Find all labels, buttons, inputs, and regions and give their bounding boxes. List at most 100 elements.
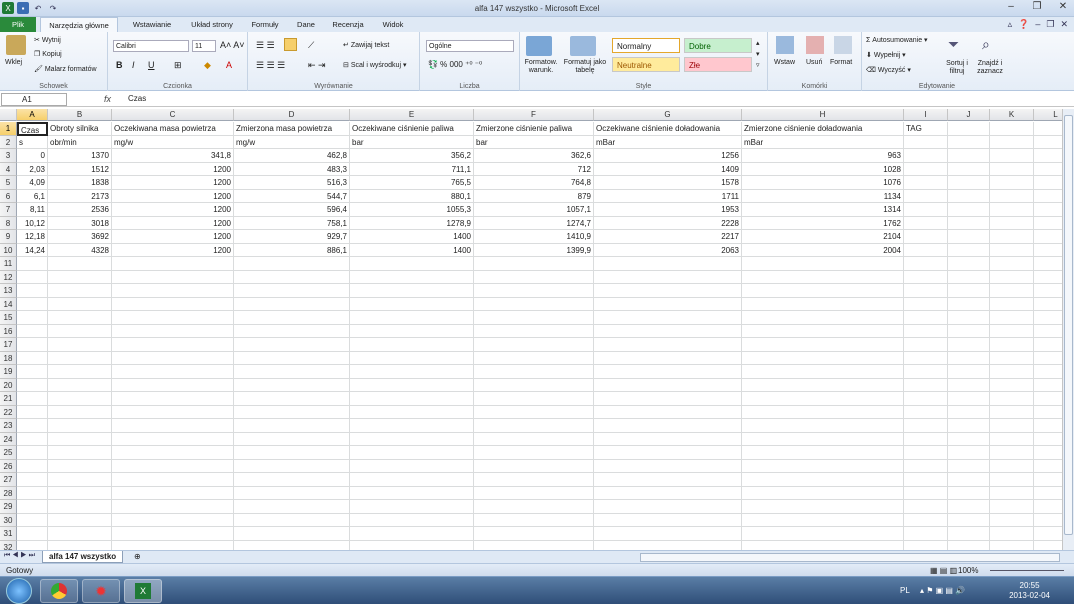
format-cells-icon[interactable] bbox=[834, 36, 852, 54]
cell[interactable] bbox=[234, 392, 350, 406]
zoom-slider[interactable] bbox=[990, 570, 1064, 571]
cell[interactable] bbox=[1034, 257, 1062, 271]
copy-button[interactable]: ❐ Kopiuj bbox=[34, 50, 62, 58]
cell[interactable]: 963 bbox=[742, 149, 904, 163]
cell[interactable] bbox=[17, 473, 48, 487]
cell[interactable] bbox=[474, 527, 594, 541]
cell[interactable] bbox=[1034, 460, 1062, 473]
cell[interactable] bbox=[904, 378, 948, 392]
cell[interactable] bbox=[948, 284, 990, 298]
cell[interactable] bbox=[234, 500, 350, 514]
cell[interactable] bbox=[1034, 500, 1062, 514]
cell[interactable] bbox=[234, 446, 350, 460]
row-header[interactable]: 13 bbox=[0, 284, 17, 298]
cell[interactable] bbox=[48, 446, 112, 460]
cell[interactable]: 2217 bbox=[594, 230, 742, 244]
cell[interactable] bbox=[112, 324, 234, 338]
cell[interactable]: Oczekiwana masa powietrza bbox=[112, 122, 234, 136]
cell[interactable] bbox=[742, 324, 904, 338]
row-header[interactable]: 9 bbox=[0, 230, 17, 244]
cell[interactable] bbox=[904, 500, 948, 514]
column-header[interactable]: H bbox=[742, 109, 904, 121]
row-header[interactable]: 30 bbox=[0, 513, 17, 527]
cell[interactable] bbox=[474, 297, 594, 311]
cell[interactable] bbox=[904, 473, 948, 487]
cell[interactable] bbox=[112, 446, 234, 460]
row-header[interactable]: 10 bbox=[0, 243, 17, 257]
cell[interactable]: 2004 bbox=[742, 243, 904, 257]
indent-icon[interactable]: ⇤ ⇥ bbox=[308, 60, 326, 71]
cell[interactable] bbox=[990, 284, 1034, 298]
cell[interactable] bbox=[350, 513, 474, 527]
cell[interactable] bbox=[904, 189, 948, 203]
cell[interactable] bbox=[17, 486, 48, 500]
paste-icon[interactable] bbox=[6, 35, 26, 55]
row-header[interactable]: 21 bbox=[0, 392, 17, 406]
cell[interactable] bbox=[474, 432, 594, 446]
cell[interactable]: 929,7 bbox=[234, 230, 350, 244]
doc-close-icon[interactable]: ✕ bbox=[1060, 19, 1068, 30]
cell[interactable] bbox=[350, 311, 474, 325]
cell[interactable]: Oczekiwane ciśnienie paliwa bbox=[350, 122, 474, 136]
cell[interactable] bbox=[350, 473, 474, 487]
cell[interactable] bbox=[474, 257, 594, 271]
cell[interactable]: 1028 bbox=[742, 162, 904, 176]
row-header[interactable]: 32 bbox=[0, 540, 17, 550]
fx-button[interactable]: fx bbox=[104, 94, 111, 104]
font-name-select[interactable]: Calibri bbox=[113, 40, 189, 52]
row-header[interactable]: 14 bbox=[0, 297, 17, 311]
cell[interactable] bbox=[948, 216, 990, 230]
cell[interactable] bbox=[350, 500, 474, 514]
cell[interactable]: 1076 bbox=[742, 176, 904, 190]
cell[interactable] bbox=[112, 311, 234, 325]
cell[interactable]: 1200 bbox=[112, 216, 234, 230]
cell[interactable]: 1578 bbox=[594, 176, 742, 190]
row-header[interactable]: 16 bbox=[0, 324, 17, 338]
cell[interactable] bbox=[904, 324, 948, 338]
cell[interactable] bbox=[48, 392, 112, 406]
tab-view[interactable]: Widok bbox=[374, 17, 412, 32]
italic-icon[interactable]: I bbox=[132, 60, 135, 70]
row-header[interactable]: 20 bbox=[0, 378, 17, 392]
cell[interactable] bbox=[234, 419, 350, 433]
cell[interactable] bbox=[48, 270, 112, 284]
cell[interactable] bbox=[948, 351, 990, 365]
column-header[interactable]: E bbox=[350, 109, 474, 121]
row-header[interactable]: 5 bbox=[0, 176, 17, 190]
cell[interactable] bbox=[1034, 338, 1062, 352]
cell[interactable] bbox=[948, 243, 990, 257]
cell[interactable] bbox=[234, 432, 350, 446]
cell[interactable] bbox=[904, 351, 948, 365]
cell[interactable]: 880,1 bbox=[350, 189, 474, 203]
cell[interactable] bbox=[112, 405, 234, 419]
cell[interactable] bbox=[350, 392, 474, 406]
cell[interactable] bbox=[990, 500, 1034, 514]
cell[interactable] bbox=[112, 297, 234, 311]
cell[interactable] bbox=[904, 297, 948, 311]
row-header[interactable]: 3 bbox=[0, 149, 17, 163]
cell[interactable] bbox=[948, 446, 990, 460]
cell[interactable]: bar bbox=[350, 135, 474, 149]
sort-filter-button[interactable]: Sortuj i filtruj bbox=[940, 60, 974, 76]
cell[interactable] bbox=[17, 513, 48, 527]
cell[interactable] bbox=[742, 270, 904, 284]
cell[interactable] bbox=[1034, 473, 1062, 487]
cell[interactable] bbox=[594, 270, 742, 284]
cell[interactable] bbox=[17, 284, 48, 298]
cell[interactable]: 10,12 bbox=[17, 216, 48, 230]
help-icon[interactable]: ❓ bbox=[1018, 19, 1029, 30]
cell[interactable]: 1057,1 bbox=[474, 203, 594, 217]
cell[interactable]: 1410,9 bbox=[474, 230, 594, 244]
cell[interactable] bbox=[234, 257, 350, 271]
style-neutral[interactable]: Neutralne bbox=[612, 57, 680, 72]
cell[interactable]: 8,11 bbox=[17, 203, 48, 217]
cell[interactable] bbox=[48, 284, 112, 298]
cell[interactable]: obr/min bbox=[48, 135, 112, 149]
cell[interactable] bbox=[948, 122, 990, 136]
cell[interactable] bbox=[48, 351, 112, 365]
row-header[interactable]: 7 bbox=[0, 203, 17, 217]
cell[interactable] bbox=[17, 324, 48, 338]
align-top-icon[interactable]: ☰ ☰ bbox=[256, 40, 275, 51]
cell[interactable]: 1711 bbox=[594, 189, 742, 203]
cell[interactable] bbox=[990, 473, 1034, 487]
